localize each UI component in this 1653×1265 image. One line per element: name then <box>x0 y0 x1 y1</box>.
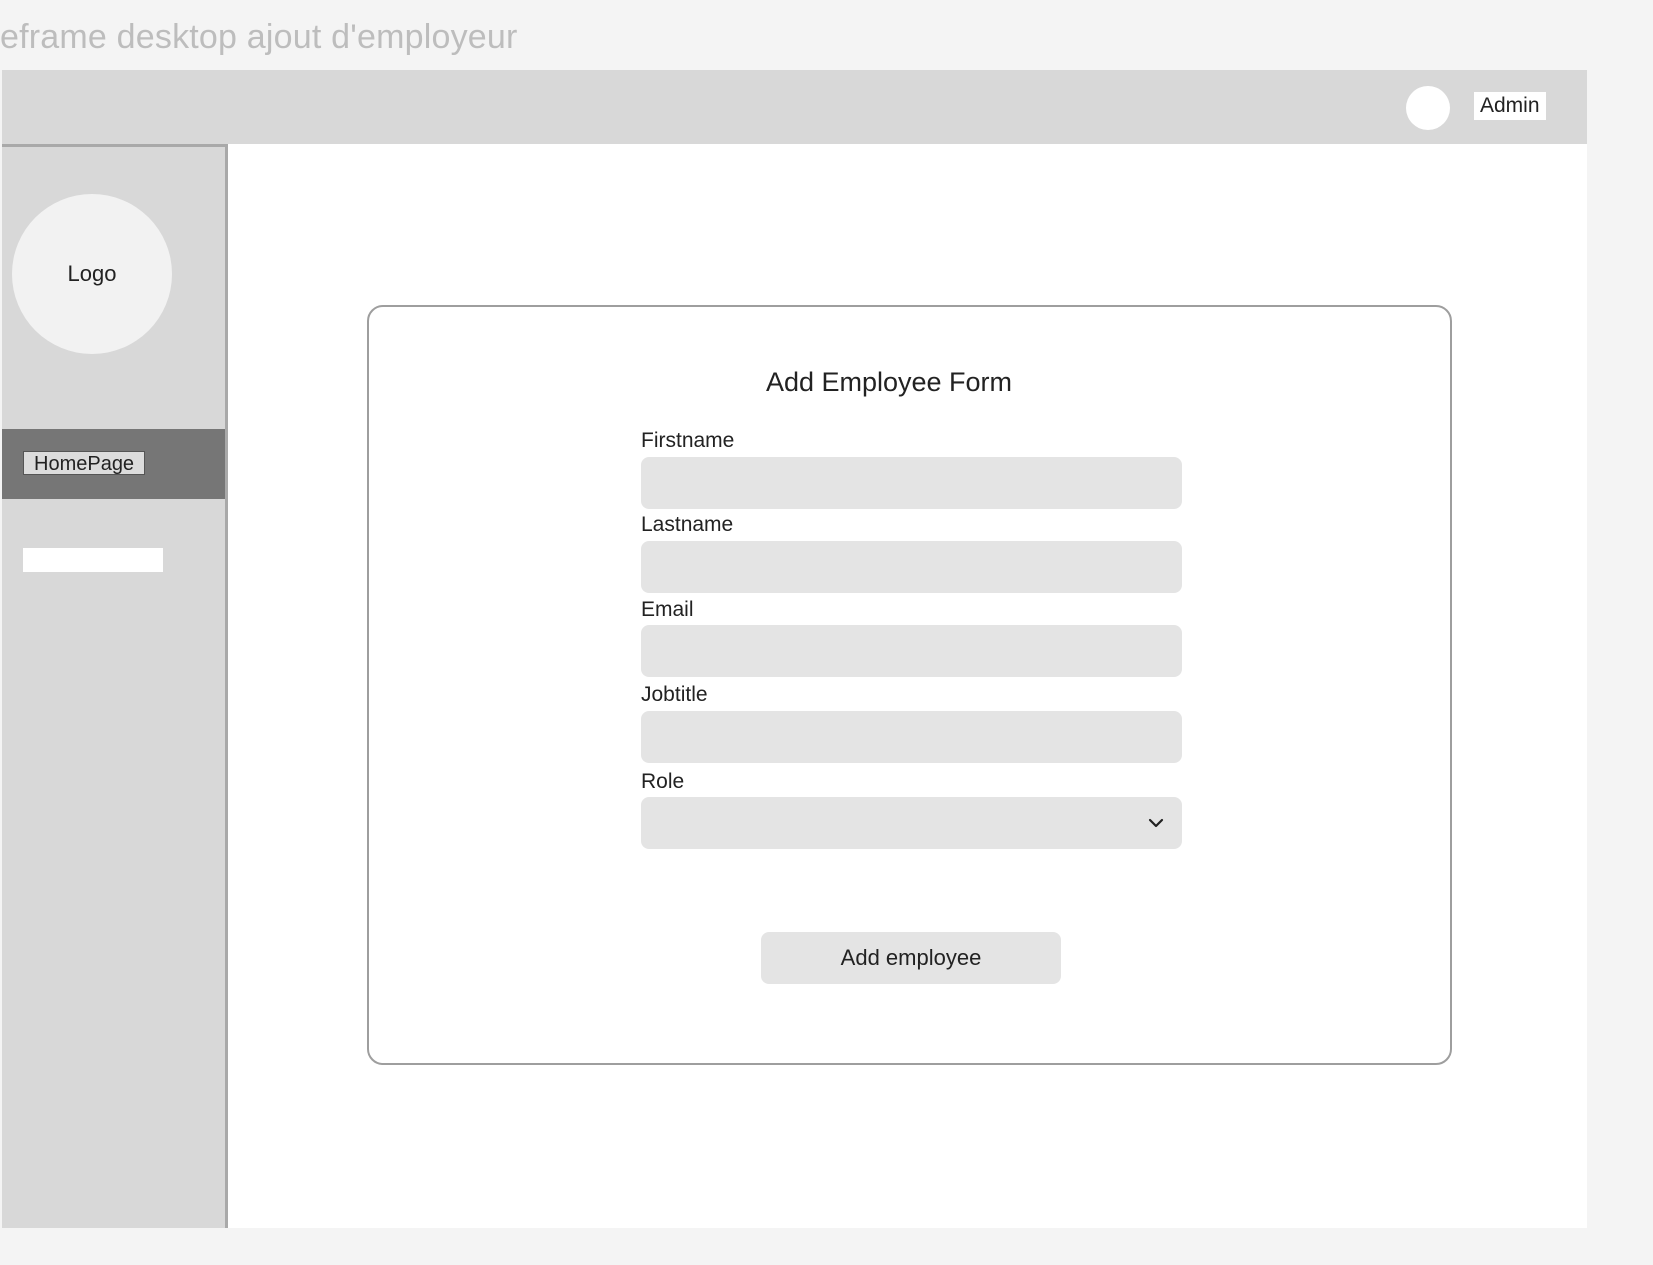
user-label[interactable]: Admin <box>1474 92 1546 120</box>
avatar[interactable] <box>1406 86 1450 130</box>
sidebar-item-placeholder[interactable] <box>23 548 163 572</box>
role-label: Role <box>641 770 685 793</box>
chevron-down-icon <box>1148 818 1164 828</box>
add-employee-button[interactable]: Add employee <box>761 932 1061 984</box>
form-title: Add Employee Form <box>765 367 1013 397</box>
top-bar: Admin <box>2 70 1587 144</box>
firstname-input[interactable] <box>641 457 1182 509</box>
email-label: Email <box>641 598 694 621</box>
lastname-label: Lastname <box>641 513 734 536</box>
sidebar-divider <box>2 144 228 147</box>
role-select[interactable] <box>641 797 1182 849</box>
logo: Logo <box>12 194 172 354</box>
sidebar-item-label: HomePage <box>23 451 146 475</box>
jobtitle-label: Jobtitle <box>641 683 708 706</box>
jobtitle-input[interactable] <box>641 711 1182 763</box>
sidebar: Logo HomePage <box>2 144 228 1228</box>
app-frame: Admin Logo HomePage Add Employee Form Fi… <box>2 70 1587 1228</box>
frame-title: eframe desktop ajout d'employeur <box>0 18 518 56</box>
logo-label: Logo <box>67 261 117 286</box>
add-employee-form: Add Employee Form Firstname Lastname Ema… <box>367 305 1452 1065</box>
sidebar-item-homepage[interactable]: HomePage <box>2 429 225 499</box>
lastname-input[interactable] <box>641 541 1182 593</box>
email-input[interactable] <box>641 625 1182 677</box>
firstname-label: Firstname <box>641 429 735 452</box>
